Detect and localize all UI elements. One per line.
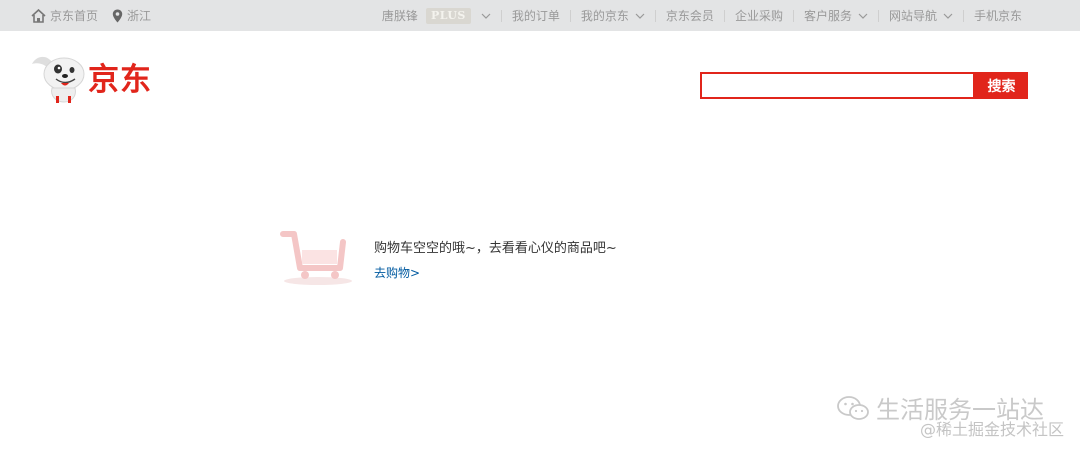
top-nav-label: 我的订单 <box>511 9 560 23</box>
nav-divider <box>877 9 879 22</box>
jd-logo[interactable]: 京东 <box>28 52 168 104</box>
top-nav-label: 手机京东 <box>973 9 1022 23</box>
top-nav-list: 我的订单 我的京东 京东会员 企业采购 客户服务 网站导航 手机京东 <box>512 7 1022 24</box>
search-button[interactable]: 搜索 <box>975 72 1028 99</box>
chevron-down-icon <box>481 13 491 19</box>
watermark-line2: @稀土掘金技术社区 <box>919 420 1064 439</box>
top-bar: 京东首页 浙江 唐朕锋 PLUS 我的订单 我的京东 京东会员 企业采购 客户服务 网站导… <box>0 0 1080 31</box>
wechat-icon <box>837 395 869 420</box>
nav-divider <box>792 9 794 22</box>
search-input[interactable] <box>700 72 975 99</box>
top-nav-label: 企业采购 <box>734 9 783 23</box>
top-nav-label: 京东会员 <box>665 9 714 23</box>
shopping-cart-icon <box>280 231 352 285</box>
logo-text: 京东 <box>88 62 152 98</box>
location-pin-icon <box>112 9 123 22</box>
top-nav-item[interactable]: 手机京东 <box>974 7 1022 24</box>
user-menu[interactable]: 唐朕锋 PLUS <box>382 7 491 24</box>
top-nav-item[interactable]: 网站导航 <box>889 7 953 24</box>
top-bar-right: 唐朕锋 PLUS 我的订单 我的京东 京东会员 企业采购 客户服务 网站导航 手机京东 <box>382 0 1022 31</box>
top-nav-item[interactable]: 京东会员 <box>666 7 714 24</box>
top-nav-item[interactable]: 我的京东 <box>581 7 645 24</box>
nav-divider <box>723 9 725 22</box>
watermark: 生活服务一站达 @稀土掘金技术社区 <box>836 390 1064 439</box>
nav-divider <box>569 9 571 22</box>
jd-mascot-icon <box>32 56 85 103</box>
empty-cart-message: 购物车空空的哦~，去看看心仪的商品吧~ <box>374 241 617 256</box>
plus-badge: PLUS <box>425 7 471 24</box>
top-nav-label: 客户服务 <box>803 9 852 23</box>
top-nav-item[interactable]: 客户服务 <box>804 7 868 24</box>
chevron-down-icon <box>635 13 645 19</box>
top-nav-label: 网站导航 <box>888 9 937 23</box>
top-bar-left: 京东首页 浙江 <box>31 0 165 31</box>
location-label: 浙江 <box>127 9 152 23</box>
top-nav-label: 我的京东 <box>580 9 629 23</box>
location-selector[interactable]: 浙江 <box>112 7 151 24</box>
go-shopping-link[interactable]: 去购物> <box>374 264 420 281</box>
chevron-down-icon <box>943 13 953 19</box>
nav-divider <box>962 9 964 22</box>
chevron-down-icon <box>858 13 868 19</box>
home-link[interactable]: 京东首页 <box>31 7 98 24</box>
nav-divider <box>654 9 656 22</box>
home-link-label: 京东首页 <box>50 9 99 23</box>
home-icon <box>31 8 46 23</box>
empty-cart-panel: 购物车空空的哦~，去看看心仪的商品吧~ 去购物> <box>280 228 700 288</box>
nav-divider <box>500 9 502 22</box>
search-bar: 搜索 <box>700 72 1028 99</box>
top-nav-item[interactable]: 我的订单 <box>512 7 560 24</box>
user-name: 唐朕锋 <box>381 9 418 23</box>
top-nav-item[interactable]: 企业采购 <box>735 7 783 24</box>
